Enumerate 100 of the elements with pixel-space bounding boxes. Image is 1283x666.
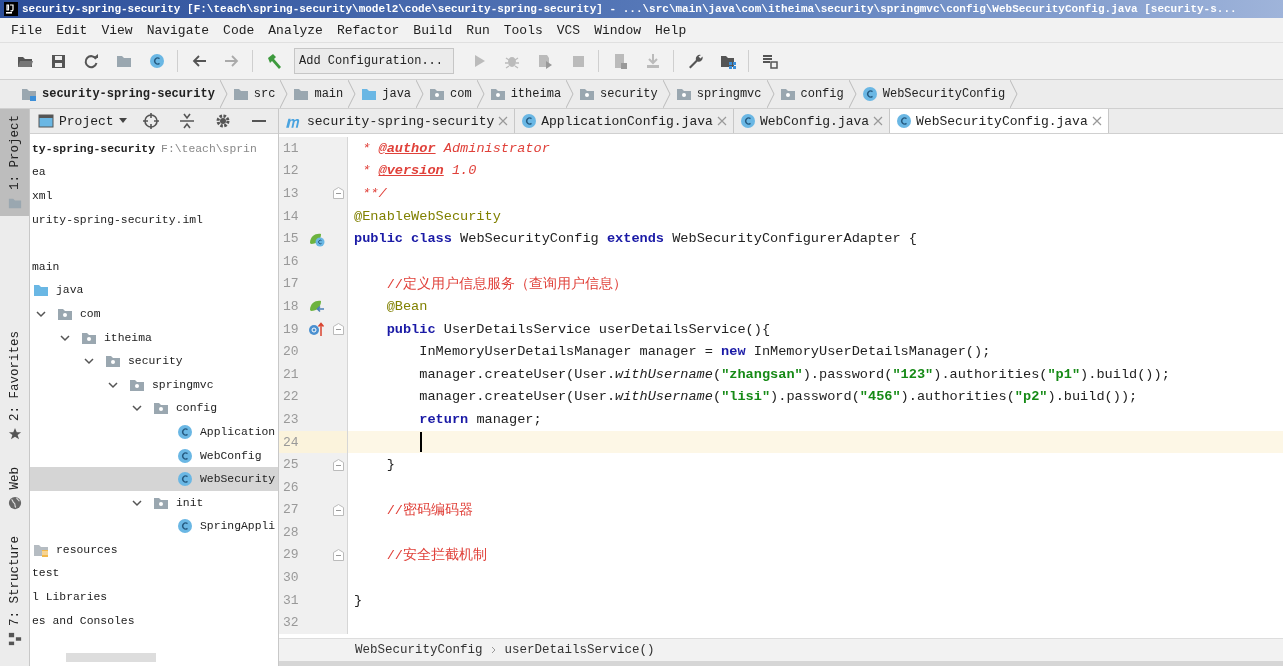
menu-item[interactable]: File <box>4 22 50 38</box>
close-icon[interactable] <box>716 116 727 126</box>
fold-marker-icon[interactable] <box>332 187 344 200</box>
folder-icon[interactable] <box>115 53 132 69</box>
breadcrumb-item[interactable]: WebSecurityConfig <box>355 643 483 657</box>
navigation-crumb[interactable]: com <box>424 80 485 108</box>
menu-item[interactable]: VCS <box>549 22 588 38</box>
tree-item[interactable]: xml <box>30 190 53 202</box>
forward-arrow-icon[interactable] <box>223 53 240 69</box>
code-token: InMemoryUserDetailsManager manager = <box>418 344 714 360</box>
code-token: ).build()); <box>1080 366 1170 382</box>
tree-item[interactable]: WebSecurity <box>198 473 276 486</box>
navigation-crumb[interactable]: src <box>227 80 289 108</box>
package-icon <box>429 86 446 102</box>
tree-item[interactable]: init <box>174 496 204 509</box>
project-structure-icon[interactable] <box>719 53 736 69</box>
settings-icon[interactable] <box>214 113 231 129</box>
vcs-icon[interactable] <box>761 53 778 69</box>
chevron-separator-icon <box>219 80 228 108</box>
editor-tab[interactable]: WebSecurityConfig.java <box>890 109 1109 133</box>
menu-item[interactable]: Refactor <box>329 22 407 38</box>
code-token: } <box>354 592 363 608</box>
save-icon[interactable] <box>49 53 66 69</box>
close-icon[interactable] <box>873 116 884 126</box>
tree-item[interactable]: WebConfig <box>198 449 262 462</box>
tree-item[interactable]: l Libraries <box>30 591 108 604</box>
tree-item[interactable]: main <box>30 260 60 273</box>
back-arrow-icon[interactable] <box>190 53 207 69</box>
navigation-crumb[interactable]: config <box>774 80 857 108</box>
menu-item[interactable]: Analyze <box>261 22 330 38</box>
tree-item[interactable]: es and Consoles <box>30 614 135 627</box>
expand-chevron-icon[interactable] <box>108 379 118 390</box>
tree-item[interactable]: springmvc <box>150 378 214 391</box>
tree-item[interactable]: test <box>30 567 60 580</box>
tree-item[interactable]: ea <box>30 166 46 179</box>
coverage-icon[interactable] <box>536 53 553 69</box>
code-token: **/ <box>361 186 387 201</box>
tool-window-tab[interactable]: 7: Structure <box>0 530 29 652</box>
tree-item[interactable]: itheima <box>102 331 152 344</box>
navigation-crumb[interactable]: java <box>356 80 425 108</box>
navigation-crumb[interactable]: itheima <box>484 80 575 108</box>
tree-item[interactable]: java <box>54 284 84 297</box>
tree-item[interactable]: resources <box>54 543 118 556</box>
scrollbar-thumb[interactable] <box>66 653 156 662</box>
tree-item[interactable]: SpringAppli <box>198 520 276 533</box>
source-folder-icon <box>361 86 378 102</box>
text-caret <box>420 432 422 452</box>
tree-item[interactable]: com <box>78 307 101 320</box>
code-token: @EnableWebSecurity <box>354 208 501 224</box>
navigation-crumb[interactable]: WebSecurityConfig <box>856 80 1019 108</box>
tool-window-tab[interactable]: Web <box>0 461 29 516</box>
menu-item[interactable]: Build <box>406 22 460 38</box>
code-token: ).password( <box>770 389 860 405</box>
locate-icon[interactable] <box>142 113 159 129</box>
line-number: 31 <box>282 592 300 608</box>
tool-window-tab[interactable]: 2: Favorites <box>0 325 29 448</box>
code-token: @Bean <box>385 298 428 314</box>
menu-item[interactable]: Tools <box>496 22 550 38</box>
tool-window-tab[interactable]: 1: Project <box>0 109 29 216</box>
menu-item[interactable]: Window <box>587 22 648 38</box>
breadcrumb-item[interactable]: userDetailsService() <box>504 643 655 657</box>
download-icon[interactable] <box>644 53 661 69</box>
refresh-icon[interactable] <box>82 53 99 69</box>
tree-item[interactable]: Application <box>198 425 276 438</box>
navigation-crumb[interactable]: springmvc <box>670 80 775 108</box>
run-configuration-dropdown[interactable]: Add Configuration... <box>294 48 454 74</box>
fold-marker-icon[interactable] <box>332 458 344 471</box>
close-icon[interactable] <box>1091 116 1102 126</box>
class-icon <box>177 518 193 535</box>
menu-item[interactable]: View <box>94 22 140 38</box>
navigation-crumb[interactable]: security-spring-security <box>16 80 228 108</box>
navigation-crumb[interactable]: security <box>574 80 671 108</box>
spring-bean-icon[interactable] <box>308 298 325 315</box>
tree-item[interactable]: security <box>126 355 183 368</box>
tree-item[interactable]: ty-spring-security <box>30 142 156 155</box>
expand-chevron-icon[interactable] <box>132 497 142 508</box>
menu-item[interactable]: Navigate <box>139 22 217 38</box>
code-token: public <box>385 321 436 337</box>
expand-chevron-icon[interactable] <box>132 403 142 414</box>
menu-item[interactable]: Edit <box>49 22 95 38</box>
fold-marker-icon[interactable] <box>332 549 344 561</box>
expand-chevron-icon[interactable] <box>36 308 46 319</box>
override-marker-icon[interactable] <box>308 321 325 338</box>
close-icon[interactable] <box>498 116 509 126</box>
menu-item[interactable]: Help <box>648 22 694 38</box>
collapse-all-icon[interactable] <box>178 113 195 129</box>
tree-item[interactable]: urity-spring-security.iml <box>30 213 203 226</box>
fold-marker-icon[interactable] <box>332 503 344 516</box>
expand-chevron-icon[interactable] <box>84 356 94 367</box>
menu-item[interactable]: Run <box>459 22 497 38</box>
menu-item[interactable]: Code <box>216 22 262 38</box>
hammer-icon[interactable] <box>265 53 282 69</box>
class-icon[interactable] <box>148 53 165 69</box>
tree-item[interactable]: config <box>174 402 217 415</box>
line-number: 21 <box>282 366 300 382</box>
editor-tab[interactable]: security-spring-security <box>279 109 516 133</box>
editor-tab[interactable]: ApplicationConfig.java <box>515 109 734 133</box>
expand-chevron-icon[interactable] <box>60 332 70 343</box>
navigation-crumb[interactable]: main <box>288 80 357 108</box>
fold-marker-icon[interactable] <box>332 323 344 336</box>
